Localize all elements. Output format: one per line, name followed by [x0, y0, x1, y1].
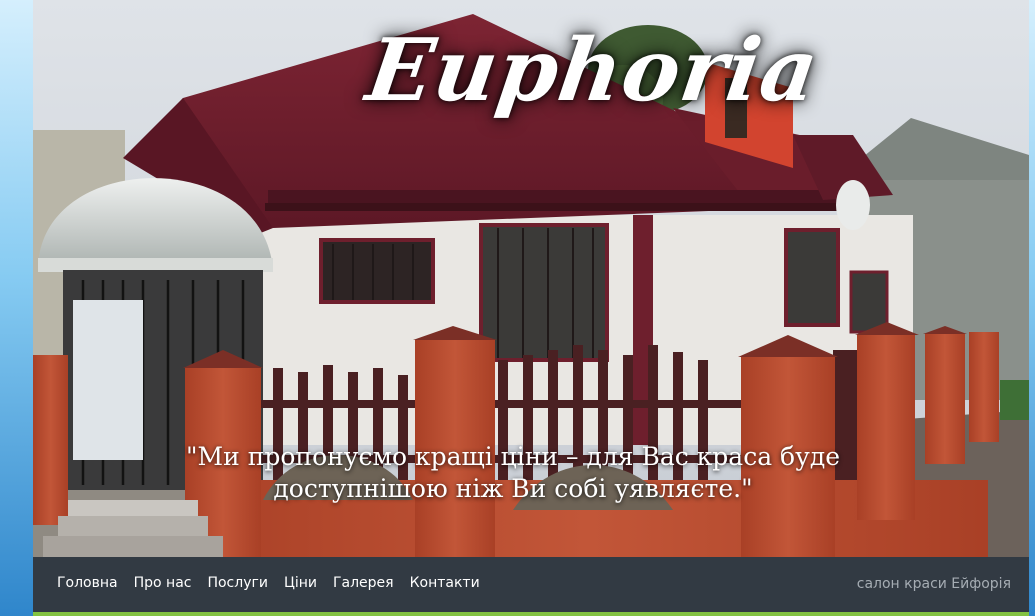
hero-quote-line-2: доступнішою ніж Ви собі уявляєте.": [273, 474, 753, 503]
site-brand-text: салон краси Ейфорія: [856, 576, 1011, 592]
euphoria-logo: Euphoria: [360, 20, 825, 121]
nav-item-contacts[interactable]: Контакти: [410, 575, 480, 591]
nav-item-about[interactable]: Про нас: [134, 575, 192, 591]
page-side-background-right: [1029, 0, 1035, 616]
nav-accent-line: [33, 612, 1029, 616]
page-side-background-left: [0, 0, 33, 616]
nav-item-services[interactable]: Послуги: [207, 575, 267, 591]
hero-banner: Euphoria "Ми пропонуємо кращі ціни – для…: [33, 0, 1029, 557]
hero-quote-line-1: "Ми пропонуємо кращі ціни – для Вас крас…: [185, 442, 841, 471]
nav-item-gallery[interactable]: Галерея: [333, 575, 394, 591]
page-container: Euphoria "Ми пропонуємо кращі ціни – для…: [33, 0, 1029, 616]
nav-menu: Головна Про нас Послуги Ціни Галерея Кон…: [57, 575, 496, 591]
main-navigation-bar: Головна Про нас Послуги Ціни Галерея Кон…: [33, 557, 1029, 612]
nav-item-home[interactable]: Головна: [57, 575, 118, 591]
nav-item-prices[interactable]: Ціни: [284, 575, 317, 591]
hero-quote: "Ми пропонуємо кращі ціни – для Вас крас…: [143, 441, 883, 505]
